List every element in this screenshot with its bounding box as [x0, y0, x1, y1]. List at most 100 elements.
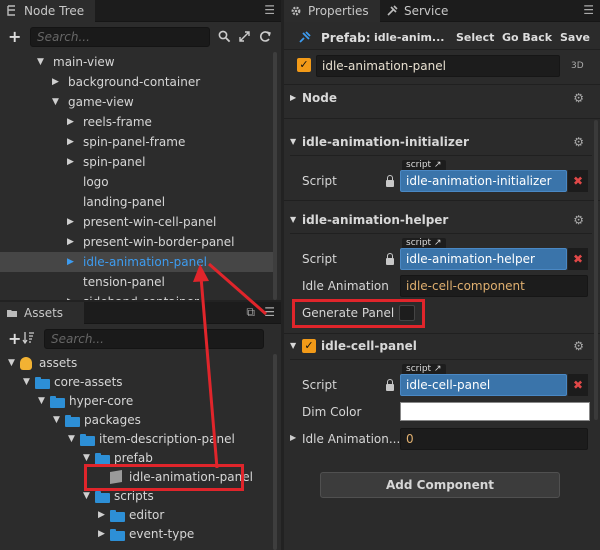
component-header-cell-panel[interactable]: ▼ ✓ idle-cell-panel ⚙ [284, 334, 600, 358]
assets-search-input[interactable]: Search... [44, 329, 264, 349]
node-tree-tabbar: Node Tree ☰ [0, 0, 281, 22]
tree-node[interactable]: ▶ spin-panel-frame [0, 132, 275, 152]
asset-item[interactable]: ▼ core-assets [0, 373, 275, 392]
asset-item[interactable]: ▶ editor [0, 506, 275, 525]
folder-icon [65, 415, 80, 427]
tree-node[interactable]: landing-panel [0, 192, 275, 212]
assets-scrollbar[interactable] [273, 354, 277, 550]
node-tree-menu-icon[interactable]: ☰ [264, 3, 275, 17]
lock-icon [386, 253, 394, 265]
sort-icon[interactable] [22, 331, 35, 344]
tree-node[interactable]: ▼ main-view [0, 52, 275, 72]
add-asset-icon[interactable]: + [8, 329, 21, 348]
tree-node[interactable]: ▼ game-view [0, 92, 275, 112]
annotation-highlight-box [292, 299, 425, 328]
component-header-initializer[interactable]: ▼ idle-animation-initializer ⚙ [284, 130, 600, 154]
asset-item[interactable]: ▼ item-description-panel [0, 430, 275, 449]
chevron-right-icon[interactable]: ▶ [98, 525, 105, 544]
refresh-icon[interactable] [259, 30, 272, 43]
idle-animation-field[interactable]: idle-cell-component [400, 275, 588, 297]
node-active-checkbox[interactable]: ✓ [297, 58, 311, 72]
tree-node[interactable]: ▶ spin-panel [0, 152, 275, 172]
chevron-down-icon[interactable]: ▼ [68, 430, 75, 449]
tree-node[interactable]: logo [0, 172, 275, 192]
chevron-right-icon[interactable]: ▶ [67, 252, 74, 272]
chevron-down-icon[interactable]: ▼ [23, 373, 30, 392]
assets-popout-icon[interactable]: ⧉ [246, 305, 255, 320]
tree-node[interactable]: ▶ sideband-container [0, 292, 275, 300]
chevron-right-icon[interactable]: ▶ [67, 292, 74, 300]
properties-scrollbar[interactable] [594, 120, 598, 420]
script-field[interactable]: idle-animation-initializer [400, 170, 567, 192]
tree-node[interactable]: ▶ present-win-cell-panel [0, 212, 275, 232]
mode-3d-toggle[interactable]: 3D [571, 61, 584, 71]
chevron-right-icon[interactable]: ▶ [290, 433, 296, 442]
chevron-down-icon: ▼ [290, 215, 297, 224]
tree-node-label: landing-panel [83, 195, 166, 209]
tab-node-tree-label: Node Tree [24, 4, 85, 18]
script-field[interactable]: idle-cell-panel [400, 374, 567, 396]
remove-script-button[interactable]: ✖ [568, 374, 588, 396]
chevron-right-icon[interactable]: ▶ [67, 232, 74, 252]
chevron-down-icon[interactable]: ▼ [37, 52, 44, 72]
tab-service[interactable]: Service [380, 0, 470, 22]
component-header-helper[interactable]: ▼ idle-animation-helper ⚙ [284, 208, 600, 232]
add-component-button[interactable]: Add Component [320, 472, 560, 498]
tree-node[interactable]: tension-panel [0, 272, 275, 292]
tab-properties[interactable]: Properties [284, 0, 380, 22]
remove-script-button[interactable]: ✖ [568, 170, 588, 192]
chevron-right-icon[interactable]: ▶ [67, 132, 74, 152]
asset-item[interactable]: ▼ packages [0, 411, 275, 430]
node-name-input[interactable]: idle-animation-panel [316, 55, 560, 77]
component-settings-icon[interactable]: ⚙ [573, 208, 584, 232]
idle-animation-count-field[interactable]: 0 [400, 428, 588, 450]
assets-toolbar: + Search... [0, 325, 281, 355]
node-tree-scrollbar[interactable] [273, 52, 277, 300]
dim-color-label: Dim Color [302, 405, 362, 419]
tab-assets[interactable]: Assets [0, 302, 84, 324]
chevron-right-icon[interactable]: ▶ [52, 72, 59, 92]
chevron-right-icon[interactable]: ▶ [98, 506, 105, 525]
prefab-select-button[interactable]: Select [456, 31, 494, 44]
tree-node[interactable]: ▶ present-win-border-panel [0, 232, 275, 252]
node-tree-search-input[interactable]: Search... [30, 27, 210, 47]
component-settings-icon[interactable]: ⚙ [573, 130, 584, 154]
tree-node-label: spin-panel-frame [83, 135, 186, 149]
folder-icon [50, 396, 65, 408]
node-section-header[interactable]: ▶ Node ⚙ [284, 86, 600, 110]
asset-item[interactable]: ▼ assets [0, 354, 275, 373]
node-tree-toolbar: + Search... [0, 23, 281, 53]
chevron-right-icon[interactable]: ▶ [67, 152, 74, 172]
add-node-icon[interactable]: + [8, 27, 21, 46]
dim-color-swatch[interactable] [400, 402, 590, 421]
chevron-down-icon[interactable]: ▼ [38, 392, 45, 411]
node-settings-icon[interactable]: ⚙ [573, 86, 584, 110]
properties-menu-icon[interactable]: ☰ [583, 3, 594, 17]
chevron-down-icon[interactable]: ▼ [52, 92, 59, 112]
idle-animation-label: Idle Animation [302, 279, 389, 293]
tab-node-tree[interactable]: Node Tree [0, 0, 95, 22]
component-settings-icon[interactable]: ⚙ [573, 334, 584, 358]
tree-node-label: reels-frame [83, 115, 152, 129]
script-field[interactable]: idle-animation-helper [400, 248, 567, 270]
chevron-down-icon[interactable]: ▼ [8, 354, 15, 373]
remove-script-button[interactable]: ✖ [568, 248, 588, 270]
tree-node[interactable]: ▶ background-container [0, 72, 275, 92]
search-icon[interactable] [218, 30, 231, 43]
prefab-save-button[interactable]: Save [560, 31, 590, 44]
component-enabled-checkbox[interactable]: ✓ [302, 339, 316, 353]
tree-node[interactable]: ▶ idle-animation-panel [0, 252, 275, 272]
asset-item[interactable]: ▼ hyper-core [0, 392, 275, 411]
script-label: Script [302, 174, 337, 188]
tree-node[interactable]: ▶ reels-frame [0, 112, 275, 132]
collapse-all-icon[interactable] [238, 30, 251, 43]
chevron-right-icon[interactable]: ▶ [67, 212, 74, 232]
script-label: Script [302, 252, 337, 266]
prefab-go-back-button[interactable]: Go Back [502, 31, 552, 44]
tree-node-label: logo [83, 175, 109, 189]
assets-menu-icon[interactable]: ☰ [264, 305, 275, 319]
chevron-right-icon[interactable]: ▶ [67, 112, 74, 132]
assets-tabbar: Assets ⧉ ☰ [0, 302, 281, 324]
chevron-down-icon[interactable]: ▼ [53, 411, 60, 430]
asset-item[interactable]: ▶ event-type [0, 525, 275, 544]
